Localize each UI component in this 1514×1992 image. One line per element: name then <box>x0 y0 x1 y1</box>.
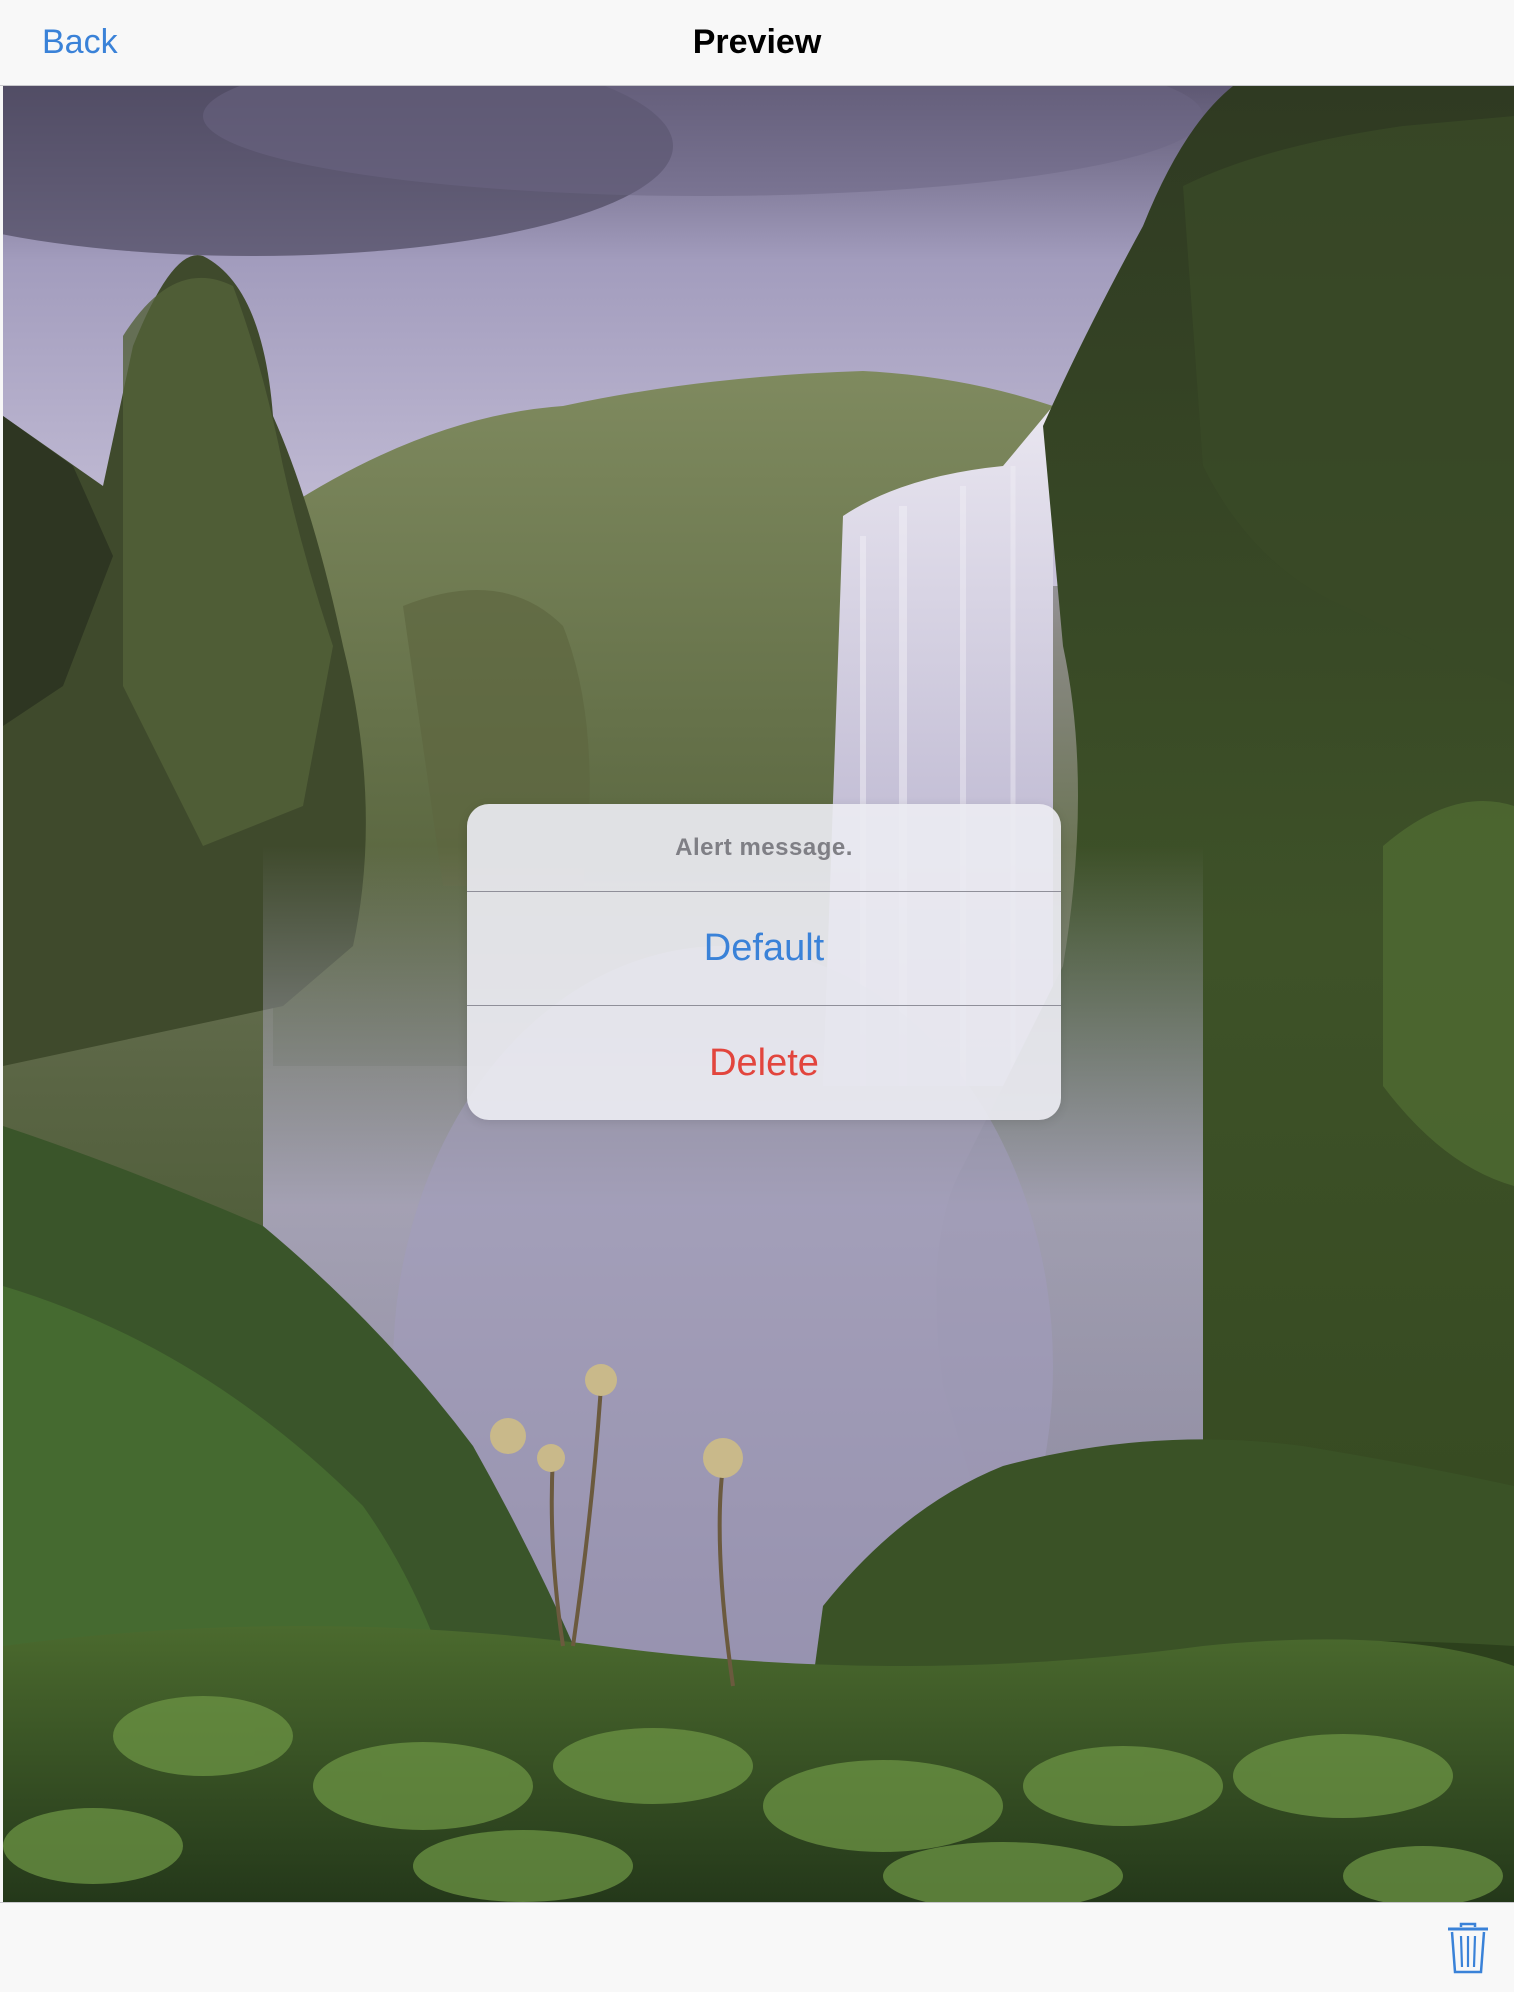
screen: Back Preview Alert message. Default Dele… <box>0 0 1514 1992</box>
trash-icon[interactable] <box>1446 1921 1490 1975</box>
bottom-toolbar <box>0 1902 1514 1992</box>
navigation-bar: Back Preview <box>0 0 1514 86</box>
page-title: Preview <box>692 23 822 61</box>
alert-dialog: Alert message. Default Delete <box>467 804 1061 1120</box>
alert-delete-button[interactable]: Delete <box>467 1006 1061 1120</box>
alert-default-button[interactable]: Default <box>467 892 1061 1006</box>
alert-message: Alert message. <box>467 804 1061 892</box>
